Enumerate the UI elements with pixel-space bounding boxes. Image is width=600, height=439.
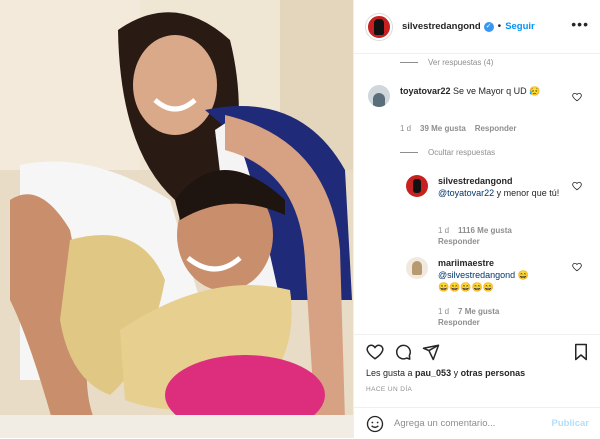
comment-bubble-icon[interactable] [394,343,412,361]
like-heart-icon[interactable] [366,343,384,361]
reply-respond-button[interactable]: Responder [438,318,480,327]
view-replies-label: Ver respuestas (4) [428,58,494,67]
comment-time: 1 d [400,124,412,133]
reply-body: silvestredangond @toyatovar22 y menor qu… [438,175,568,199]
reply-mention[interactable]: @silvestredangond [438,270,515,280]
instagram-post: silvestredangond ✓ • Seguir ••• Ver resp… [0,0,600,438]
reply-mention[interactable]: @toyatovar22 [438,188,494,198]
add-comment-bar: Publicar [354,407,600,439]
avatar-figure [374,18,384,35]
post-photo[interactable] [0,0,353,438]
comment-input[interactable] [394,418,544,429]
view-replies-toggle[interactable]: Ver respuestas (4) [400,58,493,67]
author-username[interactable]: silvestredangond [402,21,481,32]
hide-replies-toggle[interactable]: Ocultar respuestas [400,148,495,157]
reply-emojis: 😄😄😄😄😄 [438,282,495,292]
reply-meta: 1 d 7 Me gusta Responder [438,306,568,328]
like-reply-heart-icon[interactable] [572,181,582,191]
like-reply-heart-icon[interactable] [572,262,582,272]
reply-item: silvestredangond @toyatovar22 y menor qu… [406,175,568,199]
reply-time: 1 d [438,226,450,235]
post-side-panel: silvestredangond ✓ • Seguir ••• Ver resp… [353,0,600,438]
avatar-figure [412,261,422,275]
post-header: silvestredangond ✓ • Seguir ••• [354,0,600,54]
comment-body: toyatovar22 Se ve Mayor q UD 😥 [400,85,540,107]
likes-prefix: Les gusta a [366,368,416,378]
replier-avatar[interactable] [406,175,428,197]
likes-summary: Les gusta a pau_053 y otras personas [366,368,525,378]
header-separator: • [497,21,502,32]
publish-button[interactable]: Publicar [552,418,590,429]
hide-replies-label: Ocultar respuestas [428,148,496,157]
share-paper-plane-icon[interactable] [422,343,440,361]
post-time-ago[interactable]: HACE UN DÍA [366,386,412,393]
likes-user-link[interactable]: pau_053 [415,368,451,378]
reply-item: mariimaestre @silvestredangond 😄 😄😄😄😄😄 [406,257,568,293]
emoji-smiley-icon[interactable] [366,415,384,433]
comment-username[interactable]: toyatovar22 [400,86,451,96]
save-bookmark-icon[interactable] [573,343,589,361]
reply-respond-button[interactable]: Responder [438,237,480,246]
avatar-figure [413,179,421,193]
reply-likes[interactable]: 1116 Me gusta [458,226,512,235]
avatar-figure [373,93,385,107]
reply-text: 😄 [515,270,529,280]
comment-likes[interactable]: 39 Me gusta [420,124,466,133]
replies-line [400,152,418,153]
comments-list: Ver respuestas (4) toyatovar22 Se ve May… [354,55,600,334]
author-avatar[interactable] [366,13,392,40]
couple-photo-illustration [0,0,353,438]
reply-username[interactable]: silvestredangond [438,175,568,187]
reply-body: mariimaestre @silvestredangond 😄 😄😄😄😄😄 [438,257,568,293]
replier-avatar[interactable] [406,257,428,279]
reply-button[interactable]: Responder [475,124,517,133]
more-options-icon[interactable]: ••• [571,17,589,31]
reply-meta: 1 d 1116 Me gusta Responder [438,225,568,247]
follow-button[interactable]: Seguir [505,21,535,32]
verified-badge-icon: ✓ [483,21,494,32]
comment-item: toyatovar22 Se ve Mayor q UD 😥 [368,85,540,107]
commenter-avatar[interactable] [368,85,390,107]
comment-text: Se ve Mayor q UD 😥 [453,86,541,96]
like-comment-heart-icon[interactable] [572,92,582,102]
action-icons [366,343,450,361]
replies-line [400,62,418,63]
likes-mid: y [451,368,461,378]
likes-others-link[interactable]: otras personas [461,368,526,378]
reply-time: 1 d [438,307,450,316]
post-actions: Les gusta a pau_053 y otras personas HAC… [354,334,600,438]
reply-text: y menor que tú! [494,188,560,198]
reply-likes[interactable]: 7 Me gusta [458,307,499,316]
reply-username[interactable]: mariimaestre [438,257,568,269]
comment-meta: 1 d 39 Me gusta Responder [400,123,517,134]
